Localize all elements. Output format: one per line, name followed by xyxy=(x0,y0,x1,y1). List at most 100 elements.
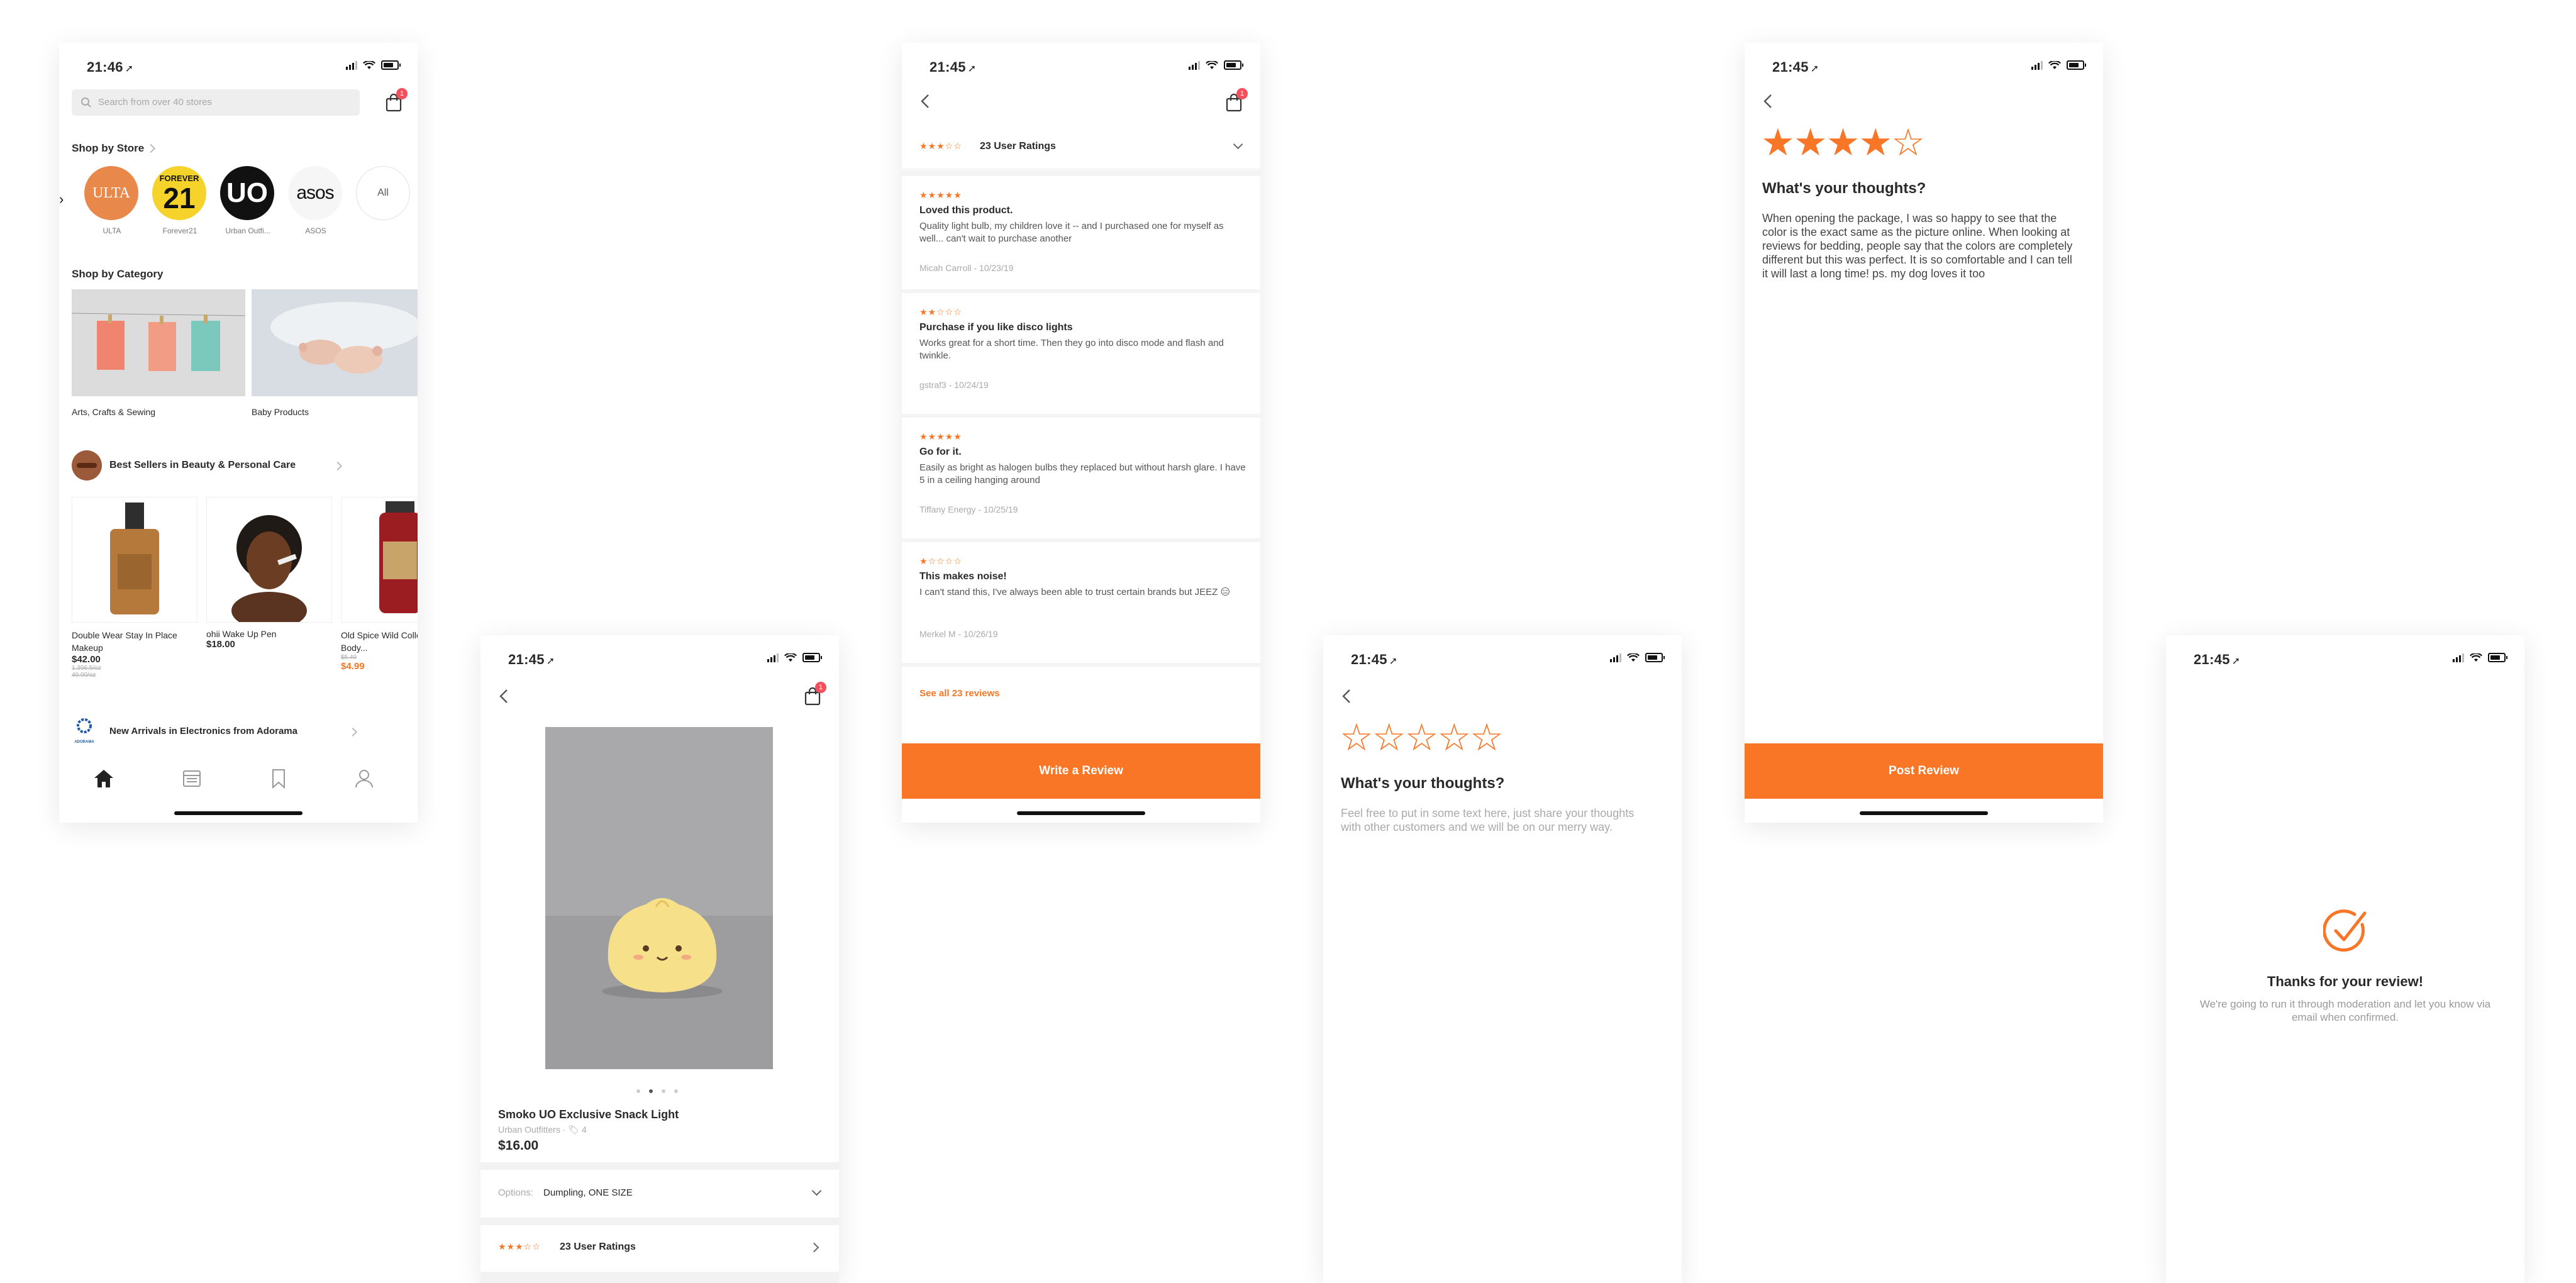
review-text-input[interactable]: Feel free to put in some text here, just… xyxy=(1341,806,1655,834)
product-image xyxy=(72,497,197,623)
best-sellers-row[interactable]: Best Sellers in Beauty & Personal Care xyxy=(72,450,411,482)
status-time: 21:46 xyxy=(87,59,123,75)
best-sellers-avatar xyxy=(72,450,102,480)
review-author: gstraf3 - 10/24/19 xyxy=(919,380,989,390)
product-image xyxy=(341,497,418,623)
category-card-baby[interactable]: Baby Products xyxy=(252,289,418,417)
back-arrow-icon[interactable] xyxy=(1338,688,1355,704)
chevron-right-icon xyxy=(809,1242,819,1253)
status-time: 21:45 xyxy=(930,59,966,75)
review-item[interactable]: ★★☆☆☆ Purchase if you like disco lights … xyxy=(902,293,1260,418)
signal-icon xyxy=(767,653,779,662)
review-body: I can't stand this, I've always been abl… xyxy=(919,587,1231,597)
back-arrow-icon[interactable] xyxy=(496,688,512,704)
cart-button[interactable]: 1 xyxy=(1225,88,1248,112)
product-name: Old Spice Wild Collection Body... xyxy=(341,630,418,653)
store-item-asos[interactable]: asos ASOS xyxy=(288,166,343,235)
product-photo xyxy=(545,727,773,1069)
section-divider xyxy=(480,1162,839,1170)
signal-icon xyxy=(2031,60,2043,70)
store-name: Urban Outfi... xyxy=(225,226,270,235)
store-logo: UO xyxy=(220,166,274,220)
back-arrow-icon[interactable] xyxy=(917,93,933,109)
pager-dot xyxy=(636,1089,640,1093)
home-indicator xyxy=(1860,811,1988,815)
store-item-ulta[interactable]: ULTA ULTA xyxy=(84,166,140,235)
product-card[interactable]: Double Wear Stay In Place Makeup $42.00 … xyxy=(72,497,197,679)
battery-icon xyxy=(1645,653,1665,662)
store-item-forever21[interactable]: FOREVER 21 Forever21 xyxy=(152,166,208,235)
cart-button[interactable]: 1 xyxy=(385,88,408,112)
pager-dot xyxy=(662,1089,665,1093)
review-item[interactable]: ★★★★★ Go for it. Easily as bright as hal… xyxy=(902,418,1260,542)
location-icon: ➚ xyxy=(1810,64,1819,74)
home-indicator xyxy=(174,811,303,815)
wifi-icon xyxy=(1627,653,1640,662)
calendar-icon[interactable] xyxy=(182,769,201,787)
see-all-reviews-link[interactable]: See all 23 reviews xyxy=(919,688,1000,699)
back-arrow-icon[interactable] xyxy=(1760,93,1776,109)
review-title: Go for it. xyxy=(919,447,962,457)
post-review-button[interactable]: Post Review xyxy=(1745,743,2103,799)
image-pager-dots[interactable] xyxy=(636,1089,678,1093)
product-old-price: $5.49 xyxy=(341,654,357,661)
review-heading: What's your thoughts? xyxy=(1762,180,1926,197)
shop-by-store-heading[interactable]: Shop by Store xyxy=(72,142,156,155)
review-body: Works great for a short time. Then they … xyxy=(919,338,1224,361)
category-image-baby xyxy=(252,289,418,396)
review-title: Loved this product. xyxy=(919,205,1013,216)
location-icon: ➚ xyxy=(1389,656,1398,667)
cart-badge: 1 xyxy=(1236,88,1248,99)
status-bar: 21:45 ➚ xyxy=(480,635,839,670)
status-bar: 21:45 ➚ xyxy=(1745,43,2103,78)
new-arrivals-row[interactable]: ADORAMA New Arrivals in Electronics from… xyxy=(72,717,411,748)
tag-icon: 🏷 xyxy=(568,1125,580,1135)
product-screen: 21:45 ➚ 1 Smoko UO Exclusive Snack Light … xyxy=(480,635,839,1283)
review-body: Easily as bright as halogen bulbs they r… xyxy=(919,462,1246,486)
category-card-arts[interactable]: Arts, Crafts & Sewing xyxy=(71,289,246,417)
product-unit-price: 1,396.5/oz xyxy=(72,665,101,672)
options-row[interactable]: Options: Dumpling, ONE SIZE xyxy=(480,1170,839,1218)
search-bar[interactable]: Search from over 40 stores xyxy=(72,89,360,116)
ratings-summary-row[interactable]: ★★★☆☆ 23 User Ratings xyxy=(902,128,1260,169)
product-store[interactable]: Urban Outfitters xyxy=(498,1125,560,1135)
review-author: Tiffany Energy - 10/25/19 xyxy=(919,504,1018,514)
chevron-right-icon xyxy=(333,461,343,471)
star-rating-input[interactable]: ★★★★☆ xyxy=(1761,121,1925,165)
ratings-row[interactable]: ★★★☆☆ 23 User Ratings xyxy=(480,1225,839,1269)
home-indicator xyxy=(1017,811,1145,815)
star-rating-input[interactable]: ☆☆☆☆☆ xyxy=(1340,716,1504,760)
status-time: 21:45 xyxy=(1351,652,1387,667)
profile-icon[interactable] xyxy=(355,769,374,789)
cart-button[interactable]: 1 xyxy=(804,682,826,706)
cart-badge: 1 xyxy=(396,88,408,99)
wifi-icon xyxy=(2048,60,2061,69)
store-item-urban-outfitters[interactable]: UO Urban Outfi... xyxy=(220,166,275,235)
bookmark-icon[interactable] xyxy=(270,769,287,789)
product-card[interactable]: ohii Wake Up Pen $18.00 xyxy=(206,497,332,650)
category-image-arts xyxy=(71,289,246,396)
thanks-screen: 21:45 ➚ Thanks for your review! We're goi… xyxy=(2166,635,2524,1283)
section-divider xyxy=(480,1272,839,1283)
battery-icon xyxy=(2067,60,2086,70)
location-icon: ➚ xyxy=(2231,656,2241,667)
status-bar: 21:45 ➚ xyxy=(2166,635,2524,670)
product-card[interactable]: Old Spice Wild Collection Body... $5.49 … xyxy=(341,497,418,672)
wifi-icon xyxy=(2470,653,2482,662)
write-review-button[interactable]: Write a Review xyxy=(902,743,1260,799)
ratings-count: 23 User Ratings xyxy=(980,141,1056,152)
review-item[interactable]: ★☆☆☆☆ This makes noise! I can't stand th… xyxy=(902,542,1260,667)
store-item-all[interactable]: All xyxy=(356,166,411,220)
status-bar: 21:45 ➚ xyxy=(1323,635,1682,670)
section-divider xyxy=(902,170,1260,176)
review-stars: ★★☆☆☆ xyxy=(919,307,962,317)
pager-dot-active xyxy=(649,1089,653,1093)
ratings-count: 23 User Ratings xyxy=(560,1241,636,1252)
review-text-input[interactable]: When opening the package, I was so happy… xyxy=(1762,211,2077,280)
review-stars: ★★★★★ xyxy=(919,431,962,442)
carousel-prev-icon[interactable]: › xyxy=(59,180,65,219)
location-icon: ➚ xyxy=(967,64,977,74)
review-item[interactable]: ★★★★★ Loved this product. Quality light … xyxy=(902,176,1260,293)
home-icon[interactable] xyxy=(93,769,114,789)
store-logo: FOREVER 21 xyxy=(152,166,206,220)
